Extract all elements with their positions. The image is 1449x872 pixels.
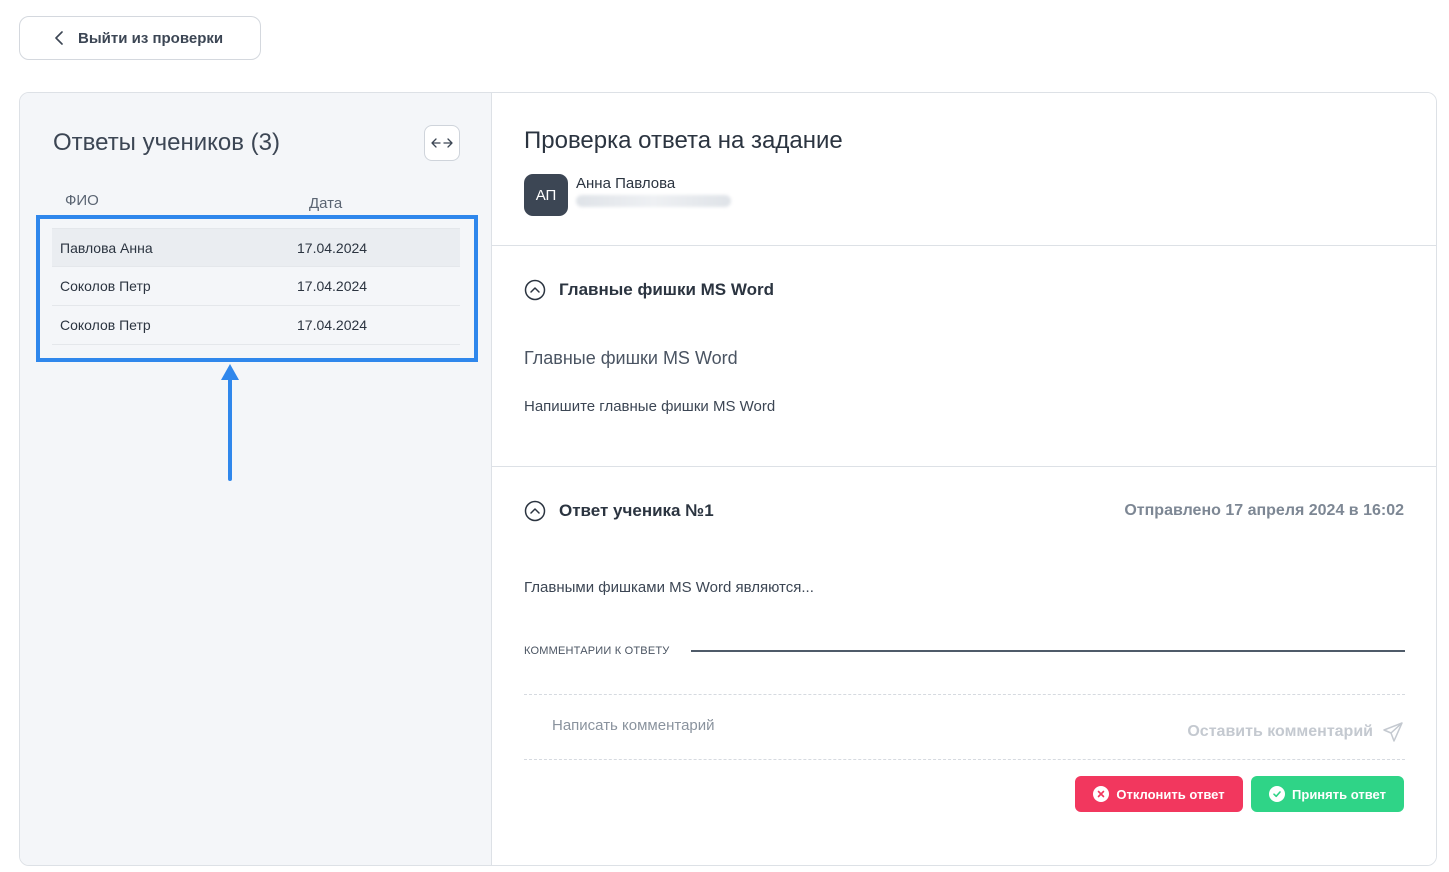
- students-title: Ответы учеников (3): [53, 129, 280, 156]
- send-icon: [1383, 722, 1403, 742]
- task-section-toggle[interactable]: Главные фишки MS Word: [524, 279, 774, 301]
- task-section-header: Главные фишки MS Word: [559, 280, 774, 299]
- divider: [492, 466, 1436, 467]
- comment-input[interactable]: [552, 708, 1112, 742]
- chevron-up-circle-icon: [524, 500, 546, 522]
- accept-answer-button[interactable]: Принять ответ: [1251, 776, 1404, 812]
- answer-text: Главными фишками MS Word являются...: [524, 579, 814, 596]
- column-header-date: Дата: [309, 195, 343, 212]
- close-circle-icon: [1093, 786, 1110, 802]
- student-email-blurred: [576, 195, 731, 207]
- review-content: Проверка ответа на задание АП Анна Павло…: [492, 93, 1436, 865]
- leave-comment-label: Оставить комментарий: [1187, 723, 1373, 740]
- task-text: Напишите главные фишки MS Word: [524, 398, 776, 415]
- answer-section-header: Ответ ученика №1: [559, 501, 714, 520]
- expand-sidebar-button[interactable]: [424, 125, 460, 161]
- student-name: Анна Павлова: [576, 175, 676, 192]
- task-title: Главные фишки MS Word: [524, 348, 738, 368]
- divider: [492, 245, 1436, 246]
- highlight-frame: [36, 215, 478, 362]
- review-panel: Ответы учеников (3) ФИО Дата Павлова Анн…: [19, 92, 1437, 866]
- reject-answer-label: Отклонить ответ: [1116, 786, 1225, 802]
- annotation-arrow-icon: [221, 364, 239, 481]
- page-title: Проверка ответа на задание: [524, 127, 843, 154]
- leave-comment-button[interactable]: Оставить комментарий: [1187, 721, 1404, 743]
- exit-review-label: Выйти из проверки: [78, 29, 224, 47]
- exit-review-button[interactable]: Выйти из проверки: [19, 16, 261, 60]
- accept-answer-label: Принять ответ: [1292, 786, 1386, 802]
- chevron-left-icon: [55, 31, 63, 45]
- reject-answer-button[interactable]: Отклонить ответ: [1075, 776, 1243, 812]
- check-circle-icon: [1269, 786, 1286, 802]
- answer-section-toggle[interactable]: Ответ ученика №1: [524, 500, 714, 522]
- comments-label: КОММЕНТАРИИ К ОТВЕТУ: [524, 645, 670, 657]
- divider: [524, 759, 1405, 760]
- column-header-name: ФИО: [65, 192, 99, 209]
- comments-divider: [691, 650, 1405, 652]
- sent-timestamp: Отправлено 17 апреля 2024 в 16:02: [1124, 502, 1404, 519]
- divider: [524, 694, 1405, 695]
- students-sidebar: Ответы учеников (3) ФИО Дата Павлова Анн…: [20, 93, 492, 865]
- arrows-horizontal-icon: [431, 138, 453, 148]
- chevron-up-circle-icon: [524, 279, 546, 301]
- avatar: АП: [524, 174, 568, 216]
